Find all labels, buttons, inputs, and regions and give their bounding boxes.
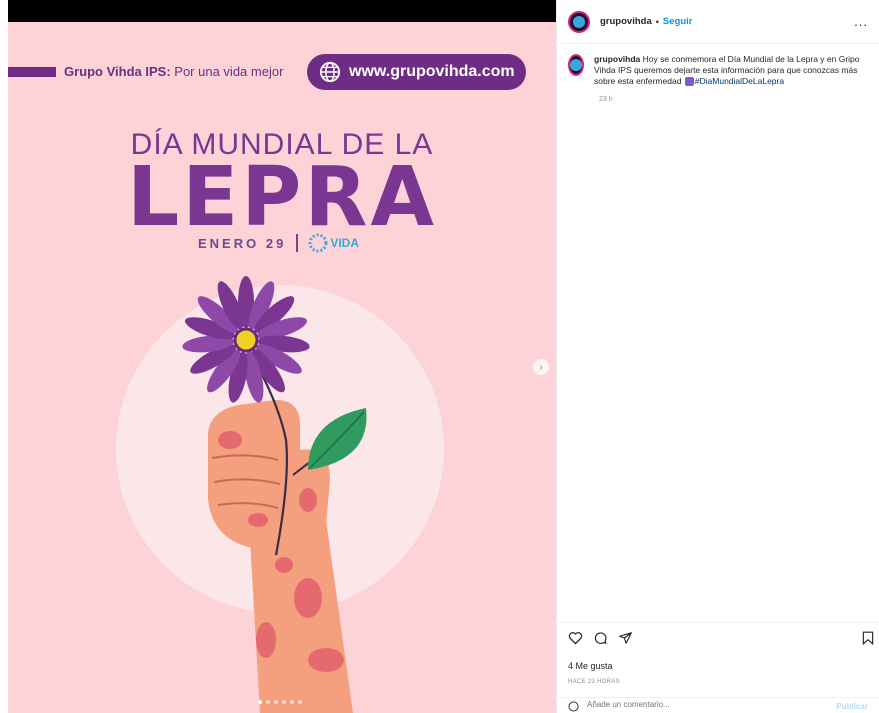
caption: grupovihda Hoy se conmemora el Día Mundi… [568, 54, 873, 87]
post-image[interactable]: Grupo Vihda IPS: Por una vida mejor www.… [8, 0, 556, 713]
fist-flower-illustration [182, 276, 367, 713]
heart-icon[interactable] [568, 631, 583, 645]
caption-username[interactable]: grupovihda [594, 54, 640, 64]
carousel-dot[interactable] [258, 700, 262, 704]
bookmark-icon[interactable] [862, 631, 874, 645]
smiley-icon[interactable] [568, 701, 579, 712]
fist-patch [218, 431, 242, 449]
flower [182, 276, 310, 403]
header-username[interactable]: grupovihda [600, 16, 652, 27]
comment-box: Publicar [557, 697, 879, 713]
fist-patch [248, 513, 268, 527]
flower-center [233, 327, 259, 353]
post-header: grupovihda • Seguir ... [557, 0, 879, 44]
follow-button[interactable]: Seguir [663, 16, 693, 27]
carousel-dot[interactable] [298, 700, 302, 704]
publish-button[interactable]: Publicar [836, 702, 868, 711]
comment-input[interactable] [587, 700, 787, 709]
action-icons [568, 631, 633, 645]
post-side-panel: grupovihda • Seguir ... grupovihda Hoy s… [556, 0, 879, 713]
post-timestamp: HACE 23 HORAS [568, 679, 620, 685]
caption-time: 23 h [599, 96, 613, 103]
carousel-dot[interactable] [266, 700, 270, 704]
caption-avatar[interactable] [568, 54, 584, 76]
instagram-post-view: Grupo Vihda IPS: Por una vida mejor www.… [0, 0, 879, 713]
carousel-dot[interactable] [282, 700, 286, 704]
header-separator: • [655, 16, 659, 27]
carousel-next-button[interactable]: › [533, 359, 549, 375]
carousel-dots [258, 700, 302, 704]
carousel-dot[interactable] [274, 700, 278, 704]
actions-bar: 4 Me gusta HACE 23 HORAS Publicar [557, 622, 879, 713]
comment-icon[interactable] [593, 631, 608, 645]
more-horizontal-icon[interactable]: ... [854, 14, 868, 29]
emoji-icon [684, 77, 694, 87]
arm-patch [294, 578, 322, 618]
likes-count[interactable]: 4 Me gusta [568, 661, 613, 671]
arm-patch [256, 622, 276, 658]
carousel-dot[interactable] [290, 700, 294, 704]
arm-patch [275, 557, 293, 573]
caption-hashtag[interactable]: #DiaMundialDeLaLepra [695, 76, 784, 86]
arm-patch [308, 648, 344, 672]
caption-text: grupovihda Hoy se conmemora el Día Mundi… [594, 54, 873, 87]
send-icon[interactable] [618, 631, 633, 645]
avatar[interactable] [568, 10, 590, 33]
fist [207, 400, 330, 550]
fist-patch [299, 488, 317, 512]
